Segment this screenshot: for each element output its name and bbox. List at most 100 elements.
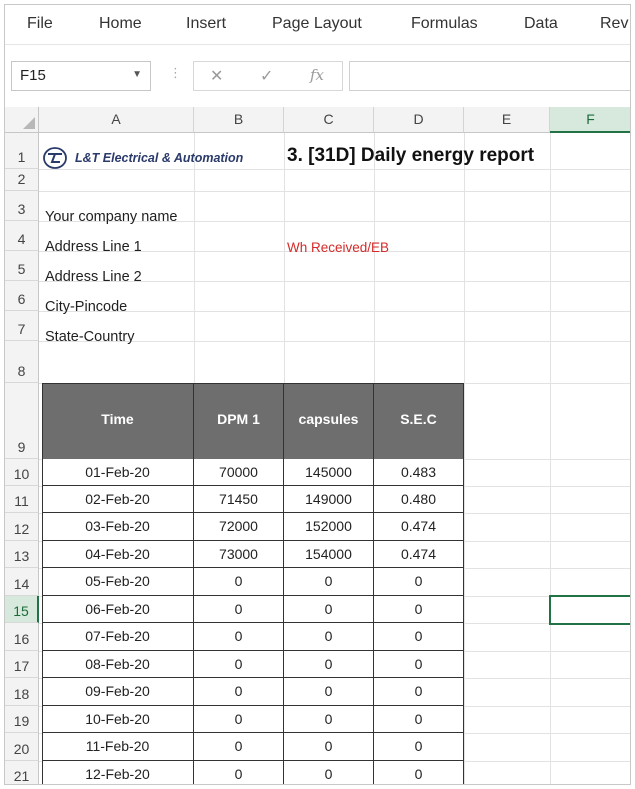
- row-header[interactable]: 18: [5, 678, 39, 706]
- table-cell-capsules[interactable]: 152000: [284, 513, 374, 541]
- table-cell-dpm1[interactable]: 0: [194, 706, 284, 733]
- address-line-2: Address Line 2: [45, 269, 142, 285]
- excel-window: File Home Insert Page Layout Formulas Da…: [4, 4, 631, 785]
- row-header[interactable]: 5: [5, 251, 39, 281]
- row-header[interactable]: 11: [5, 486, 39, 513]
- select-all-corner[interactable]: [5, 107, 39, 133]
- row-header[interactable]: 6: [5, 281, 39, 311]
- table-cell-dpm1[interactable]: 0: [194, 568, 284, 596]
- table-cell-sec[interactable]: 0: [374, 678, 464, 706]
- row-header[interactable]: 10: [5, 459, 39, 486]
- table-cell-dpm1[interactable]: 0: [194, 651, 284, 678]
- table-cell-dpm1[interactable]: 72000: [194, 513, 284, 541]
- cancel-icon[interactable]: ✕: [210, 66, 223, 86]
- tab-formulas[interactable]: Formulas: [411, 15, 478, 33]
- table-cell-sec[interactable]: 0: [374, 706, 464, 733]
- column-header-e[interactable]: E: [464, 107, 550, 133]
- tab-file[interactable]: File: [27, 15, 53, 33]
- row-header[interactable]: 16: [5, 623, 39, 651]
- table-cell-sec[interactable]: 0.480: [374, 486, 464, 513]
- row-header[interactable]: 9: [5, 383, 39, 459]
- row-header-selected[interactable]: 15: [5, 596, 39, 623]
- column-header-c[interactable]: C: [284, 107, 374, 133]
- tab-page-layout[interactable]: Page Layout: [272, 15, 362, 33]
- table-cell-capsules[interactable]: 0: [284, 596, 374, 623]
- table-cell-capsules[interactable]: 0: [284, 623, 374, 651]
- table-cell-capsules[interactable]: 0: [284, 706, 374, 733]
- row-header[interactable]: 19: [5, 706, 39, 733]
- table-cell-time[interactable]: 11-Feb-20: [42, 733, 194, 761]
- column-header-b[interactable]: B: [194, 107, 284, 133]
- table-cell-capsules[interactable]: 149000: [284, 486, 374, 513]
- row-header[interactable]: 20: [5, 733, 39, 761]
- table-cell-time[interactable]: 02-Feb-20: [42, 486, 194, 513]
- table-cell-time[interactable]: 01-Feb-20: [42, 459, 194, 486]
- table-cell-sec[interactable]: 0: [374, 733, 464, 761]
- table-cell-dpm1[interactable]: 0: [194, 733, 284, 761]
- table-cell-sec[interactable]: 0: [374, 596, 464, 623]
- drag-handle-icon[interactable]: ⋮: [169, 65, 182, 81]
- table-cell-dpm1[interactable]: 0: [194, 761, 284, 784]
- table-cell-capsules[interactable]: 0: [284, 651, 374, 678]
- table-cell-capsules[interactable]: 0: [284, 761, 374, 784]
- row-header[interactable]: 2: [5, 169, 39, 191]
- table-cell-capsules[interactable]: 0: [284, 678, 374, 706]
- table-cell-time[interactable]: 08-Feb-20: [42, 651, 194, 678]
- row-header[interactable]: 3: [5, 191, 39, 221]
- table-cell-time[interactable]: 06-Feb-20: [42, 596, 194, 623]
- table-cell-dpm1[interactable]: 71450: [194, 486, 284, 513]
- tab-data[interactable]: Data: [524, 15, 558, 33]
- table-cell-time[interactable]: 03-Feb-20: [42, 513, 194, 541]
- column-header-a[interactable]: A: [39, 107, 194, 133]
- table-cell-capsules[interactable]: 145000: [284, 459, 374, 486]
- column-header-f[interactable]: F: [550, 107, 630, 133]
- column-header-d[interactable]: D: [374, 107, 464, 133]
- table-cell-time[interactable]: 12-Feb-20: [42, 761, 194, 784]
- row-header[interactable]: 7: [5, 311, 39, 341]
- tab-insert[interactable]: Insert: [186, 15, 226, 33]
- city-pincode: City-Pincode: [45, 299, 128, 315]
- formula-input[interactable]: [349, 61, 630, 91]
- row-header[interactable]: 17: [5, 651, 39, 678]
- table-cell-sec[interactable]: 0: [374, 568, 464, 596]
- row-header[interactable]: 12: [5, 513, 39, 541]
- table-cell-sec[interactable]: 0.474: [374, 541, 464, 568]
- fx-icon[interactable]: fx: [310, 66, 324, 84]
- worksheet-grid[interactable]: A B C D E F 1 2 3 4 5 6 7 8 9 10 11 12 1…: [5, 107, 630, 784]
- table-cell-capsules[interactable]: 154000: [284, 541, 374, 568]
- table-cell-time[interactable]: 04-Feb-20: [42, 541, 194, 568]
- row-header[interactable]: 21: [5, 761, 39, 784]
- table-cell-capsules[interactable]: 0: [284, 733, 374, 761]
- tab-review[interactable]: Rev: [600, 15, 628, 33]
- table-cell-sec[interactable]: 0.483: [374, 459, 464, 486]
- gridline: [39, 191, 630, 192]
- row-header[interactable]: 13: [5, 541, 39, 568]
- tab-home[interactable]: Home: [99, 15, 142, 33]
- row-header[interactable]: 4: [5, 221, 39, 251]
- table-cell-time[interactable]: 05-Feb-20: [42, 568, 194, 596]
- table-cell-sec[interactable]: 0: [374, 651, 464, 678]
- table-cell-dpm1[interactable]: 0: [194, 678, 284, 706]
- table-cell-dpm1[interactable]: 0: [194, 596, 284, 623]
- table-cell-time[interactable]: 07-Feb-20: [42, 623, 194, 651]
- state-country: State-Country: [45, 329, 135, 345]
- table-cell-dpm1[interactable]: 73000: [194, 541, 284, 568]
- row-header[interactable]: 8: [5, 341, 39, 383]
- table-cell-dpm1[interactable]: 70000: [194, 459, 284, 486]
- table-header-capsules: capsules: [284, 383, 374, 459]
- table-cell-time[interactable]: 10-Feb-20: [42, 706, 194, 733]
- gridline: [39, 311, 630, 312]
- row-header[interactable]: 14: [5, 568, 39, 596]
- selected-cell-f15[interactable]: [549, 595, 630, 625]
- table-cell-time[interactable]: 09-Feb-20: [42, 678, 194, 706]
- table-cell-sec[interactable]: 0.474: [374, 513, 464, 541]
- table-cell-sec[interactable]: 0: [374, 761, 464, 784]
- table-cell-sec[interactable]: 0: [374, 623, 464, 651]
- name-box[interactable]: F15 ▼: [11, 61, 151, 91]
- table-cell-capsules[interactable]: 0: [284, 568, 374, 596]
- row-header[interactable]: 1: [5, 133, 39, 169]
- table-header-sec: S.E.C: [374, 383, 464, 459]
- chevron-down-icon[interactable]: ▼: [132, 69, 142, 80]
- enter-icon[interactable]: ✓: [260, 66, 273, 86]
- table-cell-dpm1[interactable]: 0: [194, 623, 284, 651]
